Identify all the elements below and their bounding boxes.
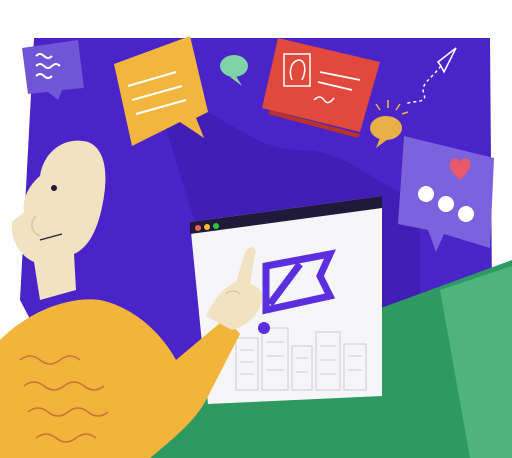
window-close-dot: [195, 225, 201, 231]
character-eye: [51, 185, 57, 191]
window-minimize-dot: [204, 224, 210, 230]
window-maximize-dot: [213, 223, 219, 229]
illustration-scene: [0, 36, 512, 458]
